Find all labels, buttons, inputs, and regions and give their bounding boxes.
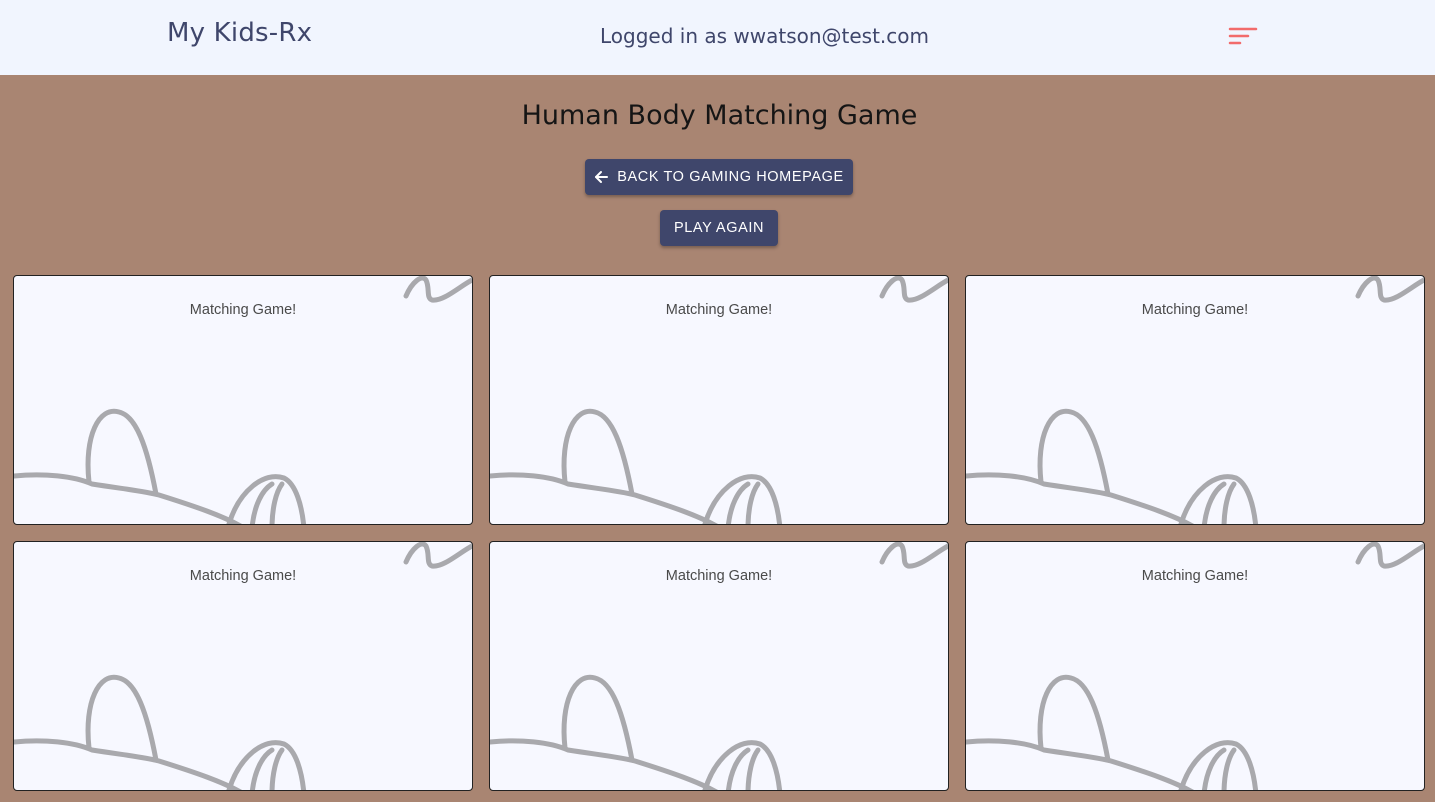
game-card-4[interactable]: Matching Game! xyxy=(13,541,473,791)
page-title: Human Body Matching Game xyxy=(0,100,1435,131)
game-card-3[interactable]: Matching Game! xyxy=(965,275,1425,525)
game-card-2[interactable]: Matching Game! xyxy=(489,275,949,525)
card-label: Matching Game! xyxy=(189,302,297,318)
login-status-text: Logged in as wwatson@test.com xyxy=(599,24,930,48)
card-label: Matching Game! xyxy=(189,568,297,584)
card-label: Matching Game! xyxy=(1141,568,1249,584)
arrow-left-icon xyxy=(595,171,609,183)
game-card-1[interactable]: Matching Game! xyxy=(13,275,473,525)
login-status: Logged in as wwatson@test.com xyxy=(0,24,1435,48)
game-card-6[interactable]: Matching Game! xyxy=(965,541,1425,791)
back-button-label: BACK TO GAMING HOMEPAGE xyxy=(617,169,844,185)
menu-button[interactable] xyxy=(1228,25,1258,49)
top-navbar: My Kids-Rx Logged in as wwatson@test.com xyxy=(0,0,1435,75)
play-again-button[interactable]: PLAY AGAIN xyxy=(660,210,778,246)
back-to-gaming-homepage-button[interactable]: BACK TO GAMING HOMEPAGE xyxy=(585,159,853,195)
page-title-text: Human Body Matching Game xyxy=(521,100,918,131)
card-label: Matching Game! xyxy=(665,302,773,318)
play-again-label: PLAY AGAIN xyxy=(673,220,765,236)
sort-menu-icon xyxy=(1228,27,1258,45)
card-label: Matching Game! xyxy=(1141,302,1249,318)
game-card-5[interactable]: Matching Game! xyxy=(489,541,949,791)
card-label: Matching Game! xyxy=(665,568,773,584)
